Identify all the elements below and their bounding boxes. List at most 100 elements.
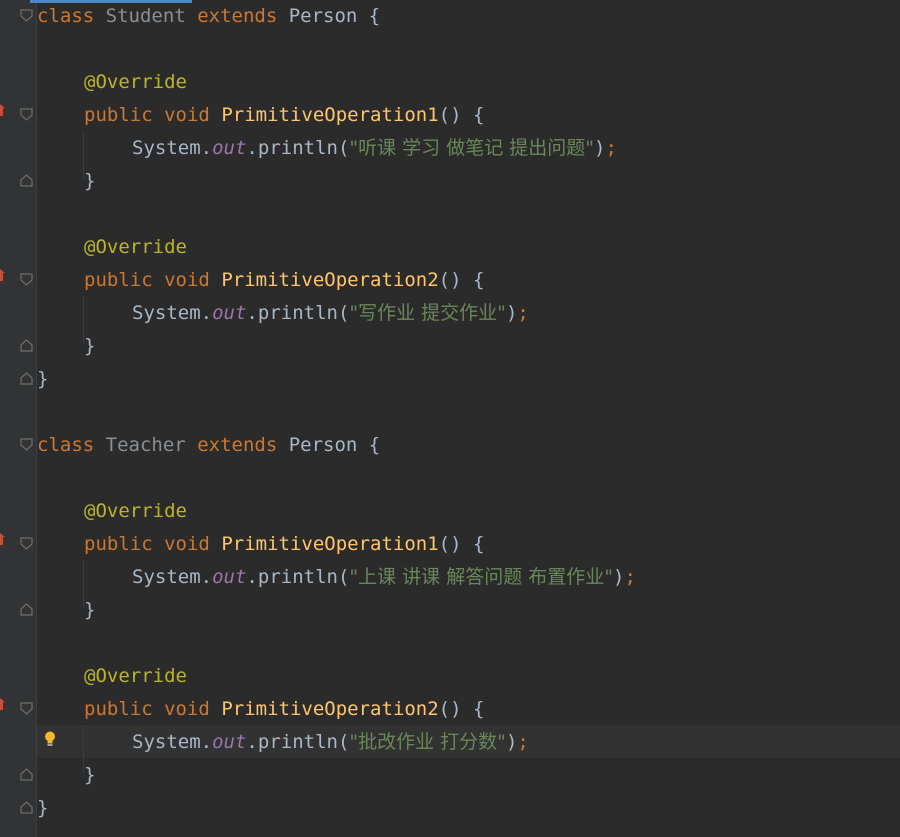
code-line-close-brace[interactable]: } <box>84 330 95 363</box>
keyword-void: void <box>164 104 210 126</box>
code-line-annotation[interactable]: @Override <box>84 495 187 528</box>
override-method-icon[interactable] <box>0 269 6 281</box>
keyword-public: public <box>84 698 153 720</box>
brace: } <box>37 368 49 390</box>
fold-icon[interactable] <box>20 768 33 781</box>
fold-icon[interactable] <box>20 537 33 550</box>
fold-icon[interactable] <box>20 339 33 352</box>
code-line-method-declaration[interactable]: public void PrimitiveOperation1() { <box>84 528 484 561</box>
code-line-close-brace[interactable]: } <box>84 594 95 627</box>
code-line-method-declaration[interactable]: public void PrimitiveOperation2() { <box>84 264 484 297</box>
intention-bulb-icon[interactable] <box>44 731 56 747</box>
code-line-annotation[interactable]: @Override <box>84 231 187 264</box>
annotation-override: @Override <box>84 665 187 687</box>
dot: . <box>200 137 213 159</box>
system-class: System <box>132 566 201 588</box>
override-method-icon[interactable] <box>0 104 6 116</box>
code-line-statement[interactable]: System.out.println("写作业 提交作业"); <box>132 297 529 330</box>
brace: { <box>357 434 381 456</box>
dot: . <box>200 566 213 588</box>
paren: ) <box>505 731 518 753</box>
dot: . <box>246 566 258 588</box>
field-out: out <box>212 302 247 324</box>
string-literal: "写作业 提交作业" <box>349 302 506 324</box>
method-name: PrimitiveOperation1 <box>221 104 439 126</box>
dot: . <box>246 731 258 753</box>
method-name: PrimitiveOperation2 <box>221 698 439 720</box>
code-editor[interactable]: class Student extends Person { @Override… <box>0 0 900 837</box>
code-line-close-brace[interactable]: } <box>84 165 95 198</box>
paren: ( <box>337 566 350 588</box>
method-println: println <box>257 302 338 324</box>
fold-icon[interactable] <box>20 438 33 451</box>
method-name: PrimitiveOperation1 <box>221 533 439 555</box>
code-line-class-close-brace[interactable]: } <box>37 792 48 825</box>
fold-icon[interactable] <box>20 372 33 385</box>
code-line-class-close-brace[interactable]: } <box>37 363 48 396</box>
string-literal: "上课 讲课 解答问题 布置作业" <box>349 566 614 588</box>
fold-icon[interactable] <box>20 273 33 286</box>
annotation-override: @Override <box>84 71 187 93</box>
brace: } <box>84 170 96 192</box>
method-name: PrimitiveOperation2 <box>221 269 439 291</box>
override-method-icon[interactable] <box>0 533 6 545</box>
dot: . <box>200 731 213 753</box>
code-line-method-declaration[interactable]: public void PrimitiveOperation2() { <box>84 693 484 726</box>
fold-icon[interactable] <box>20 603 33 616</box>
code-line-annotation[interactable]: @Override <box>84 660 187 693</box>
brace: } <box>84 599 96 621</box>
code-line-class-declaration[interactable]: class Student extends Person { <box>37 0 380 33</box>
code-line-statement[interactable]: System.out.println("听课 学习 做笔记 提出问题"); <box>132 132 617 165</box>
parens-brace: () { <box>438 269 485 291</box>
keyword-void: void <box>164 698 210 720</box>
paren: ) <box>505 302 518 324</box>
parens-brace: () { <box>438 533 485 555</box>
fold-icon[interactable] <box>20 702 33 715</box>
system-class: System <box>132 302 201 324</box>
annotation-override: @Override <box>84 236 187 258</box>
fold-icon[interactable] <box>20 174 33 187</box>
code-line-annotation[interactable]: @Override <box>84 66 187 99</box>
paren: ( <box>337 137 350 159</box>
keyword-public: public <box>84 104 153 126</box>
method-println: println <box>257 137 338 159</box>
fold-icon[interactable] <box>20 801 33 814</box>
code-line-statement-current[interactable]: System.out.println("批改作业 打分数"); <box>132 726 529 759</box>
parent-class-name: Person <box>288 434 358 456</box>
code-line-close-brace[interactable]: } <box>84 759 95 792</box>
fold-icon[interactable] <box>20 108 33 121</box>
parens-brace: () { <box>438 698 485 720</box>
code-line-method-declaration[interactable]: public void PrimitiveOperation1() { <box>84 99 484 132</box>
string-literal: "听课 学习 做笔记 提出问题" <box>349 137 595 159</box>
semicolon: ; <box>624 566 636 588</box>
semicolon: ; <box>605 137 617 159</box>
dot: . <box>200 302 213 324</box>
paren: ) <box>594 137 606 159</box>
field-out: out <box>212 566 247 588</box>
keyword-public: public <box>84 269 153 291</box>
brace: { <box>357 5 381 27</box>
fold-icon[interactable] <box>20 9 33 22</box>
code-line-statement[interactable]: System.out.println("上课 讲课 解答问题 布置作业"); <box>132 561 636 594</box>
semicolon: ; <box>517 302 529 324</box>
keyword-extends: extends <box>197 434 278 456</box>
code-line-class-declaration[interactable]: class Teacher extends Person { <box>37 429 380 462</box>
keyword-class: class <box>37 434 95 456</box>
system-class: System <box>132 137 201 159</box>
paren: ( <box>337 731 350 753</box>
dot: . <box>246 137 258 159</box>
override-method-icon[interactable] <box>0 698 6 710</box>
field-out: out <box>212 731 247 753</box>
semicolon: ; <box>517 731 529 753</box>
